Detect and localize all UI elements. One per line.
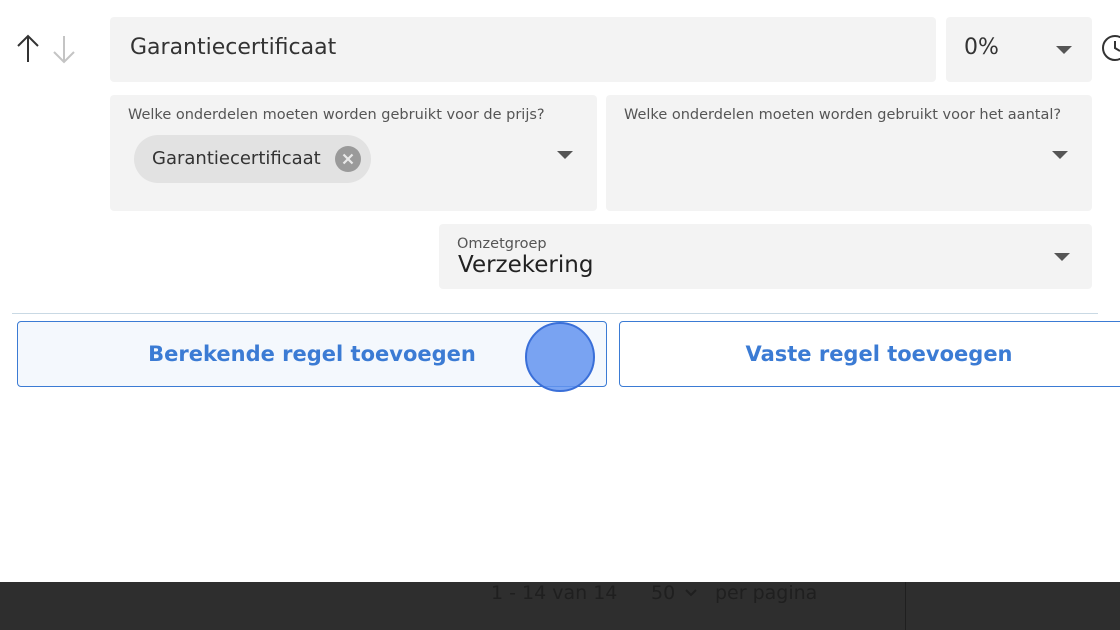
add-fixed-rule-button[interactable]: Vaste regel toevoegen	[619, 321, 1120, 387]
rule-name-input[interactable]: Garantiecertificaat	[110, 17, 936, 82]
rule-editor-page: Garantiecertificaat 0% Welke onderdelen …	[0, 0, 1120, 630]
percentage-value: 0%	[964, 35, 999, 60]
revenue-group-select[interactable]: Omzetgroep Verzekering	[439, 224, 1092, 289]
price-parts-label: Welke onderdelen moeten worden gebruikt …	[128, 107, 545, 123]
revenue-group-label: Omzetgroep	[457, 236, 547, 252]
pagination-range: 1 - 14 van 14	[491, 582, 618, 604]
arrow-down-icon[interactable]	[50, 32, 78, 66]
caret-down-icon	[557, 151, 573, 159]
section-divider	[12, 313, 1098, 314]
pagination-bar: 1 - 14 van 14 50 per pagina	[0, 582, 1120, 630]
caret-down-icon	[1052, 151, 1068, 159]
chevron-down-icon	[685, 589, 697, 597]
clock-icon[interactable]	[1100, 33, 1120, 63]
footer-divider	[905, 582, 906, 630]
amount-parts-label: Welke onderdelen moeten worden gebruikt …	[624, 107, 1062, 123]
arrow-up-icon[interactable]	[14, 32, 42, 66]
revenue-group-value: Verzekering	[458, 252, 594, 278]
price-parts-select[interactable]: Welke onderdelen moeten worden gebruikt …	[110, 95, 597, 211]
per-page-label: per pagina	[715, 582, 818, 604]
selected-part-chip: Garantiecertificaat	[134, 135, 371, 183]
caret-down-icon	[1056, 46, 1072, 54]
caret-down-icon	[1054, 253, 1070, 261]
close-circle-icon[interactable]	[335, 146, 361, 172]
chip-label: Garantiecertificaat	[152, 148, 321, 169]
amount-parts-select[interactable]: Welke onderdelen moeten worden gebruikt …	[606, 95, 1092, 211]
rule-name-value: Garantiecertificaat	[130, 35, 337, 60]
page-size-select[interactable]: 50	[651, 582, 675, 604]
percentage-select[interactable]: 0%	[946, 17, 1092, 82]
click-indicator	[525, 322, 595, 392]
add-calculated-rule-button[interactable]: Berekende regel toevoegen	[17, 321, 607, 387]
